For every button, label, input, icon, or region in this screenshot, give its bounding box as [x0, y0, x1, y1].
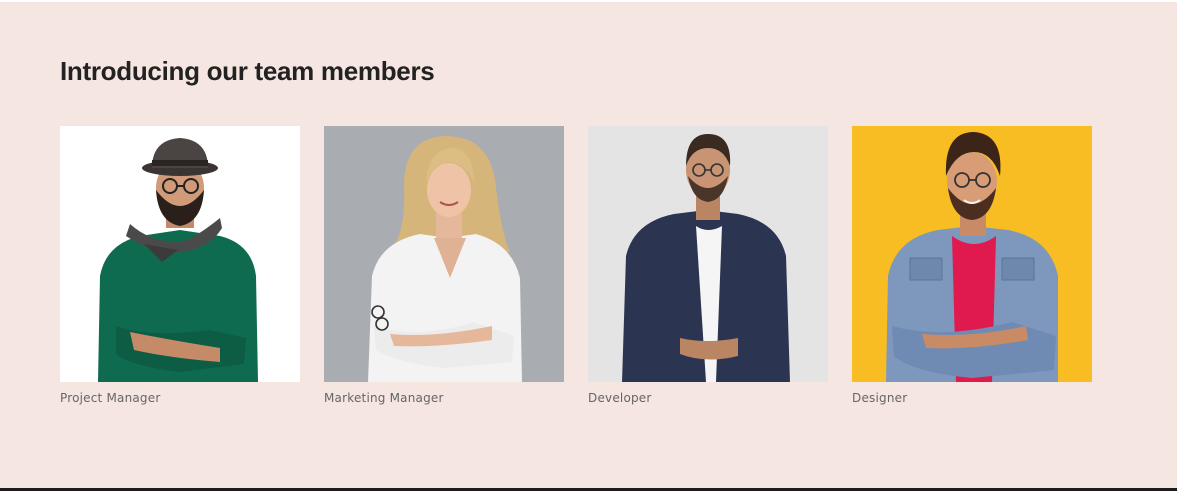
team-member-role: Designer: [852, 391, 908, 405]
section-title: Introducing our team members: [60, 56, 435, 86]
team-member-photo: [588, 126, 828, 382]
team-member-photo: [324, 126, 564, 382]
team-member-card: Developer: [588, 126, 828, 405]
team-section: Introducing our team members Project Man…: [0, 2, 1177, 489]
team-member-photo: [60, 126, 300, 382]
team-member-card: Marketing Manager: [324, 126, 564, 405]
team-member-role: Project Manager: [60, 391, 161, 405]
team-member-card: Designer: [852, 126, 1092, 405]
team-member-card: Project Manager: [60, 126, 300, 405]
team-member-role: Marketing Manager: [324, 391, 444, 405]
team-member-role: Developer: [588, 391, 652, 405]
team-member-photo: [852, 126, 1092, 382]
